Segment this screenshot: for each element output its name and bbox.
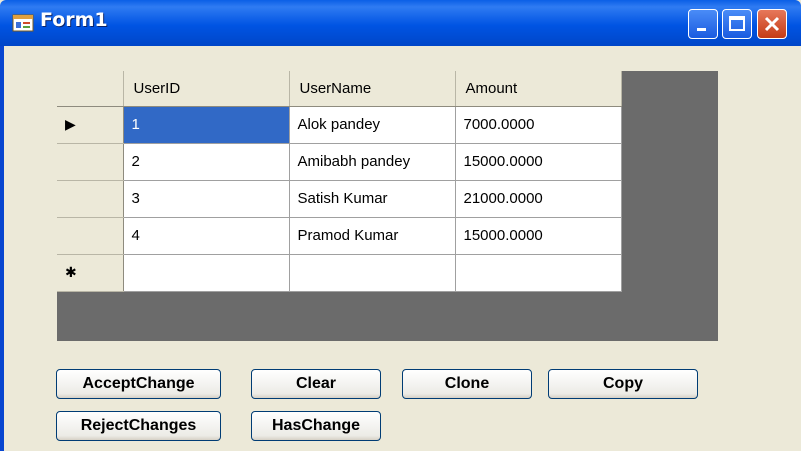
header-row: UserID UserName Amount — [57, 71, 622, 107]
new-row[interactable]: ✱ — [57, 254, 622, 292]
new-cell-userid[interactable] — [123, 254, 290, 292]
column-header-amount[interactable]: Amount — [455, 71, 622, 107]
row-header[interactable] — [57, 180, 124, 218]
new-cell-username[interactable] — [289, 254, 456, 292]
title-bar[interactable]: Form1 — [0, 0, 801, 46]
table-row[interactable]: ▶ 1 Alok pandey 7000.0000 — [57, 106, 622, 144]
column-header-userid[interactable]: UserID — [123, 71, 290, 107]
maximize-icon — [729, 16, 745, 31]
cell-username[interactable]: Pramod Kumar — [289, 217, 456, 255]
cell-amount[interactable]: 15000.0000 — [455, 143, 622, 181]
row-indicator-current[interactable]: ▶ — [57, 106, 124, 144]
cell-userid[interactable]: 4 — [123, 217, 290, 255]
column-header-username[interactable]: UserName — [289, 71, 456, 107]
new-row-indicator[interactable]: ✱ — [57, 254, 124, 292]
window-frame — [0, 46, 4, 451]
form-app-icon — [12, 14, 34, 32]
new-cell-amount[interactable] — [455, 254, 622, 292]
cell-userid[interactable]: 3 — [123, 180, 290, 218]
table-row[interactable]: 4 Pramod Kumar 15000.0000 — [57, 217, 622, 255]
maximize-button[interactable] — [722, 9, 752, 39]
close-button[interactable] — [757, 9, 787, 39]
table-row[interactable]: 3 Satish Kumar 21000.0000 — [57, 180, 622, 218]
form-window: Form1 UserID UserName Amount ▶ 1 Alok pa… — [0, 0, 801, 451]
cell-username[interactable]: Alok pandey — [289, 106, 456, 144]
minimize-icon — [697, 28, 706, 31]
cell-amount[interactable]: 15000.0000 — [455, 217, 622, 255]
table-row[interactable]: 2 Amibabh pandey 15000.0000 — [57, 143, 622, 181]
cell-userid[interactable]: 1 — [123, 106, 290, 144]
grid-corner-header[interactable] — [57, 71, 124, 107]
cell-username[interactable]: Satish Kumar — [289, 180, 456, 218]
has-change-button[interactable]: HasChange — [251, 411, 381, 441]
row-header[interactable] — [57, 217, 124, 255]
data-grid[interactable]: UserID UserName Amount ▶ 1 Alok pandey 7… — [57, 71, 718, 341]
reject-changes-button[interactable]: RejectChanges — [56, 411, 221, 441]
cell-amount[interactable]: 7000.0000 — [455, 106, 622, 144]
cell-userid[interactable]: 2 — [123, 143, 290, 181]
copy-button[interactable]: Copy — [548, 369, 698, 399]
cell-amount[interactable]: 21000.0000 — [455, 180, 622, 218]
clear-button[interactable]: Clear — [251, 369, 381, 399]
close-icon — [764, 16, 780, 32]
row-header[interactable] — [57, 143, 124, 181]
minimize-button[interactable] — [688, 9, 718, 39]
clone-button[interactable]: Clone — [402, 369, 532, 399]
grid-table: UserID UserName Amount ▶ 1 Alok pandey 7… — [57, 71, 622, 292]
cell-username[interactable]: Amibabh pandey — [289, 143, 456, 181]
window-title: Form1 — [40, 9, 108, 31]
accept-change-button[interactable]: AcceptChange — [56, 369, 221, 399]
